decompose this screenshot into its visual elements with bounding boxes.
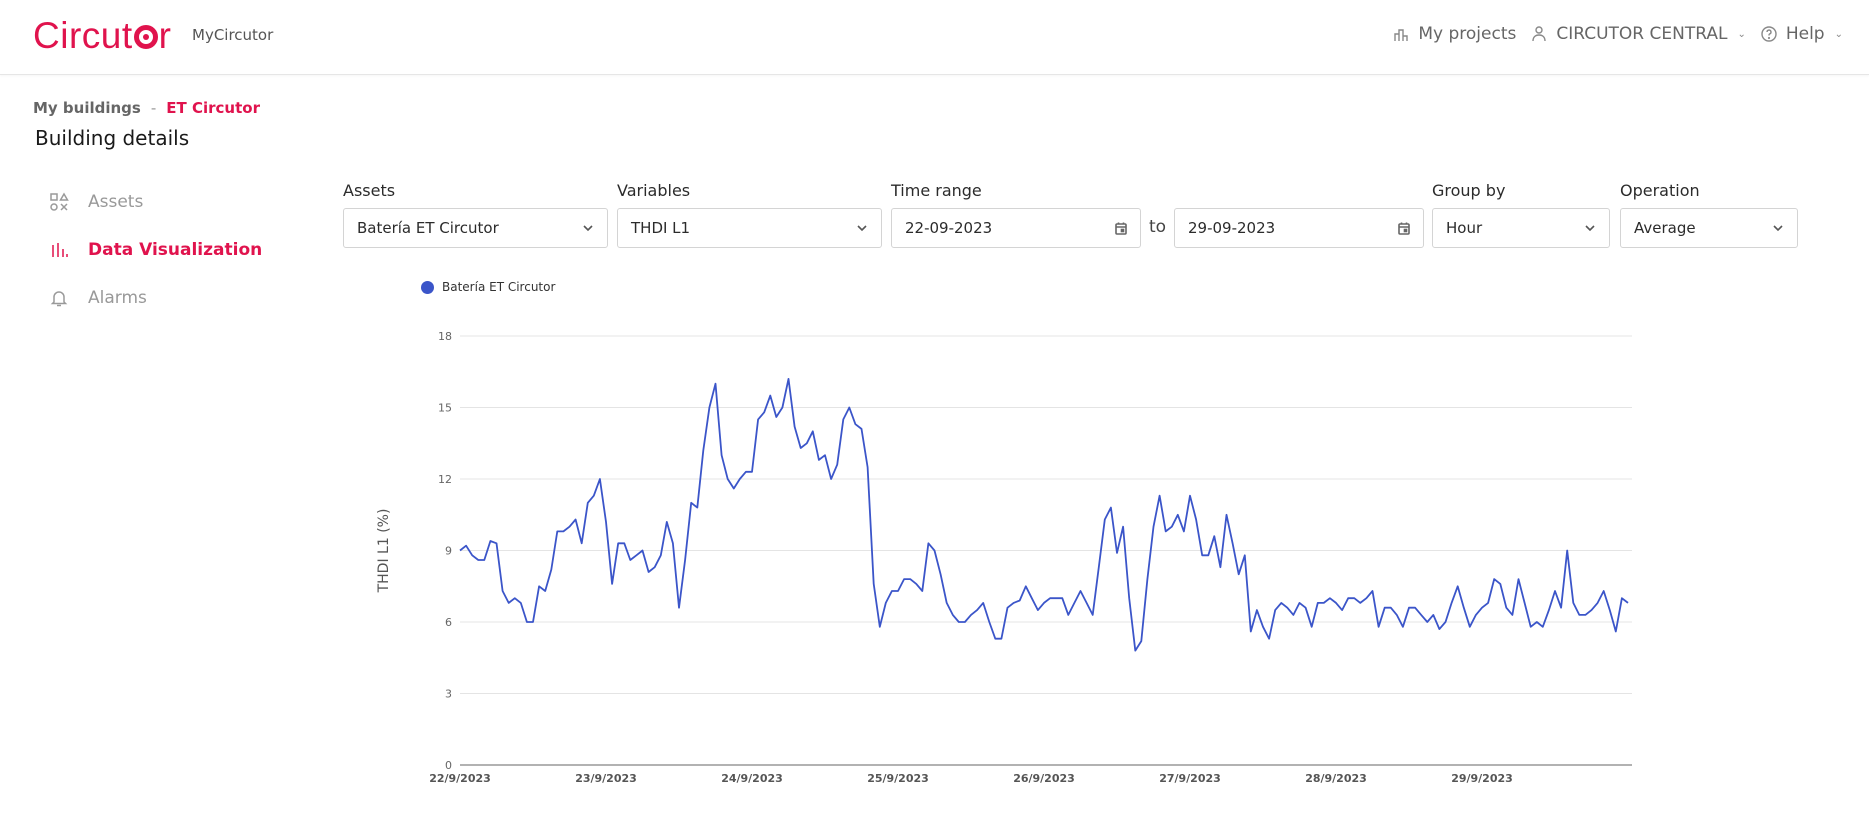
x-tick-label: 28/9/2023: [1305, 772, 1367, 785]
y-tick-label: 18: [438, 330, 452, 343]
line-chart: 0 3 6 9 12 15 18 22/9/2023 23/9/2023 24/9/2023 25/…: [376, 330, 1632, 785]
variables-value: THDI L1: [631, 219, 691, 237]
user-icon: [1532, 26, 1547, 42]
date-from-input[interactable]: 22-09-2023: [891, 208, 1141, 248]
y-tick-label: 15: [438, 402, 452, 415]
my-projects-label: My projects: [1418, 24, 1517, 44]
sidebar-item-data-visualization[interactable]: Data Visualization: [48, 226, 262, 274]
x-tick-label: 29/9/2023: [1451, 772, 1513, 785]
y-tick-label: 0: [445, 759, 452, 772]
bell-icon: [48, 287, 70, 309]
date-to-input[interactable]: 29-09-2023: [1174, 208, 1424, 248]
operation-field: Operation Average: [1620, 180, 1798, 248]
legend-label: Batería ET Circutor: [442, 280, 556, 294]
breadcrumb-my-buildings[interactable]: My buildings: [33, 99, 141, 117]
logo-text-end: r: [158, 15, 172, 56]
account-label: CIRCUTOR CENTRAL: [1556, 24, 1728, 44]
projects-icon: [1394, 29, 1409, 41]
page-title: Building details: [35, 126, 190, 150]
operation-value: Average: [1634, 219, 1696, 237]
chart-legend[interactable]: Batería ET Circutor: [421, 280, 555, 294]
to-label: to: [1149, 217, 1167, 237]
breadcrumb: My buildings - ET Circutor: [33, 99, 260, 117]
sidebar-item-label: Data Visualization: [88, 240, 263, 260]
x-tick-label: 24/9/2023: [721, 772, 783, 785]
x-tick-label: 23/9/2023: [575, 772, 637, 785]
help-menu[interactable]: Help ⌄: [1760, 24, 1843, 44]
chevron-down-icon: [1773, 225, 1783, 232]
variables-select[interactable]: THDI L1: [617, 208, 882, 248]
calendar-icon[interactable]: [1397, 221, 1411, 235]
time-range-label: Time range: [891, 181, 982, 200]
app-name: MyCircutor: [192, 26, 274, 44]
operation-select[interactable]: Average: [1620, 208, 1798, 248]
date-from-value: 22-09-2023: [905, 219, 993, 237]
assets-select[interactable]: Batería ET Circutor: [343, 208, 608, 248]
group-by-label: Group by: [1432, 181, 1506, 200]
help-label: Help: [1785, 24, 1825, 44]
x-tick-label: 27/9/2023: [1159, 772, 1221, 785]
y-tick-label: 12: [438, 473, 452, 486]
calendar-icon[interactable]: [1114, 221, 1128, 235]
group-by-value: Hour: [1446, 219, 1483, 237]
y-tick-label: 3: [445, 688, 452, 701]
assets-field: Assets Batería ET Circutor: [343, 180, 608, 248]
y-axis-title: THDI L1 (%): [376, 509, 392, 594]
time-range-from-field: Time range 22-09-2023: [891, 180, 1141, 248]
top-bar: Circut r MyCircutor My projects CIRCUTOR …: [0, 0, 1869, 75]
variables-label: Variables: [617, 181, 691, 200]
x-tick-label: 25/9/2023: [867, 772, 929, 785]
y-tick-label: 9: [445, 545, 452, 558]
sidebar-item-assets[interactable]: Assets: [48, 178, 262, 226]
x-tick-label: 22/9/2023: [429, 772, 491, 785]
group-by-field: Group by Hour: [1432, 180, 1610, 248]
y-tick-label: 6: [445, 616, 452, 629]
breadcrumb-current: ET Circutor: [166, 99, 260, 117]
chevron-down-icon: ⌄: [1737, 28, 1746, 40]
help-icon: [1761, 26, 1777, 42]
shapes-icon: [48, 191, 70, 213]
chevron-down-icon: [1585, 225, 1595, 232]
series-line[interactable]: [459, 377, 1629, 652]
assets-label: Assets: [343, 181, 396, 200]
breadcrumb-separator: -: [150, 99, 157, 117]
date-to-value: 29-09-2023: [1188, 219, 1276, 237]
x-tick-label: 26/9/2023: [1013, 772, 1075, 785]
chevron-down-icon: [857, 225, 867, 232]
time-range-to-field: 29-09-2023: [1174, 180, 1424, 248]
account-menu[interactable]: CIRCUTOR CENTRAL ⌄: [1530, 24, 1746, 44]
sidebar-item-alarms[interactable]: Alarms: [48, 274, 262, 322]
circutor-logo[interactable]: Circut r: [33, 14, 171, 58]
logo-text: Circut: [33, 15, 133, 56]
sidebar-nav: Assets Data Visualization Alarms: [48, 178, 262, 322]
variables-field: Variables THDI L1: [617, 180, 882, 248]
top-right-menu: My projects CIRCUTOR CENTRAL ⌄ Help ⌄: [1392, 24, 1843, 44]
my-projects-link[interactable]: My projects: [1392, 24, 1516, 44]
operation-label: Operation: [1620, 181, 1700, 200]
bar-chart-icon: [48, 239, 70, 261]
chevron-down-icon: [583, 225, 593, 232]
sidebar-item-label: Alarms: [88, 288, 147, 308]
assets-value: Batería ET Circutor: [357, 219, 499, 237]
legend-marker: [421, 280, 434, 294]
logo-o-icon: [133, 25, 158, 49]
group-by-select[interactable]: Hour: [1432, 208, 1610, 248]
sidebar-item-label: Assets: [88, 192, 144, 212]
chevron-down-icon: ⌄: [1834, 28, 1843, 40]
